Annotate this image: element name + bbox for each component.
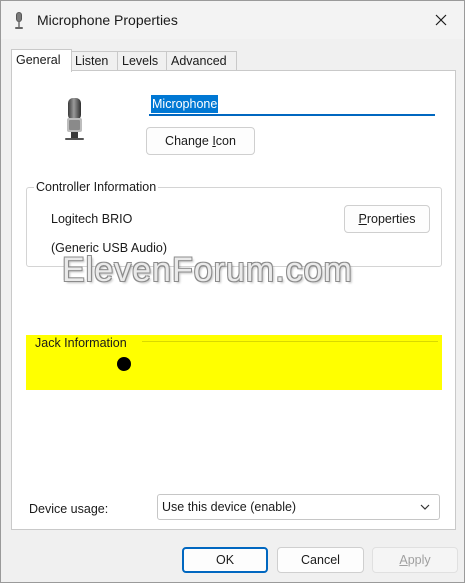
microphone-device-icon	[65, 98, 84, 140]
change-icon-button[interactable]: Change Icon	[146, 127, 255, 155]
window-title: Microphone Properties	[37, 12, 178, 28]
jack-information-title: Jack Information	[35, 336, 127, 350]
jack-information-group: Jack Information	[26, 335, 442, 390]
title-bar: Microphone Properties	[1, 1, 464, 39]
properties-button[interactable]: Properties	[344, 205, 430, 233]
watermark-text: ElevenForum.com	[62, 251, 353, 289]
general-panel: Microphone Change Icon Controller Inform…	[11, 70, 456, 530]
tab-advanced[interactable]: Advanced	[166, 51, 237, 70]
close-button[interactable]	[418, 1, 464, 39]
controller-name: Logitech BRIO	[51, 212, 133, 226]
device-name-input[interactable]: Microphone	[149, 94, 435, 116]
device-usage-value: Use this device (enable)	[162, 500, 297, 514]
device-usage-label: Device usage:	[29, 502, 109, 516]
device-usage-select[interactable]: Use this device (enable)	[157, 494, 440, 520]
tab-listen[interactable]: Listen	[70, 51, 119, 70]
tab-levels[interactable]: Levels	[117, 51, 168, 70]
cursor-dot	[117, 357, 131, 371]
apply-button[interactable]: Apply	[372, 547, 458, 573]
jack-group-border	[142, 341, 438, 342]
tab-general[interactable]: General	[11, 49, 72, 72]
chevron-down-icon	[420, 504, 430, 510]
close-icon	[435, 14, 447, 26]
ok-button[interactable]: OK	[182, 547, 268, 573]
controller-information-title: Controller Information	[34, 180, 159, 194]
device-name-value: Microphone	[151, 95, 219, 113]
cancel-button[interactable]: Cancel	[277, 547, 364, 573]
microphone-icon	[15, 12, 23, 29]
dialog-window: Microphone Properties General Listen Lev…	[0, 0, 465, 583]
